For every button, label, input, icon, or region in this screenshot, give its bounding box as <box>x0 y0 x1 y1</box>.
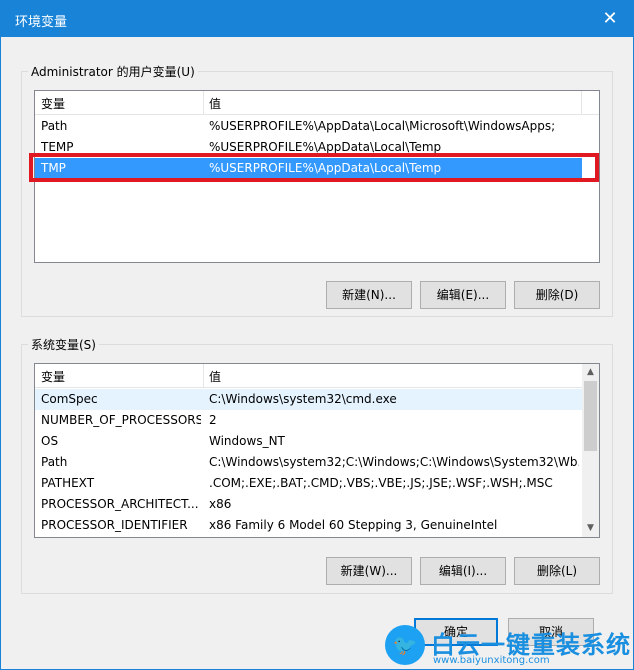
system-edit-button[interactable]: 编辑(I)... <box>420 557 506 585</box>
column-header-variable[interactable]: 变量 <box>41 95 65 112</box>
list-header: 变量 值 <box>35 91 599 115</box>
close-icon[interactable]: ✕ <box>587 1 633 37</box>
list-header: 变量 值 <box>35 364 584 388</box>
table-row[interactable]: PROCESSOR_ARCHITECT... x86 <box>35 494 584 515</box>
column-separator[interactable] <box>203 364 204 388</box>
scroll-down-icon[interactable]: ▼ <box>582 520 599 537</box>
system-variables-group: 系统变量(S) 变量 值 ComSpec C:\Windows\system32… <box>21 336 613 594</box>
system-delete-button[interactable]: 删除(L) <box>514 557 600 585</box>
table-row[interactable]: NUMBER_OF_PROCESSORS 2 <box>35 410 584 431</box>
user-variables-label: Administrator 的用户变量(U) <box>28 63 198 80</box>
user-variables-group: Administrator 的用户变量(U) 变量 值 Path %USERPR… <box>21 63 613 317</box>
variable-name: PROCESSOR_IDENTIFIER <box>41 518 188 532</box>
variable-name: TEMP <box>41 140 74 154</box>
variable-name: TMP <box>41 161 66 175</box>
column-header-value[interactable]: 值 <box>209 95 221 112</box>
table-row[interactable]: PROCESSOR_IDENTIFIER x86 Family 6 Model … <box>35 515 584 536</box>
column-separator[interactable] <box>203 91 204 115</box>
vertical-scrollbar[interactable]: ▲ ▼ <box>582 364 599 537</box>
variable-value: C:\Windows\system32;C:\Windows;C:\Window… <box>209 455 579 469</box>
system-new-button[interactable]: 新建(W)... <box>326 557 412 585</box>
user-variables-list[interactable]: 变量 值 Path %USERPROFILE%\AppData\Local\Mi… <box>34 90 600 263</box>
variable-name: Path <box>41 455 68 469</box>
user-edit-button[interactable]: 编辑(E)... <box>420 281 506 309</box>
bird-logo-icon: 🐦 <box>385 625 425 665</box>
user-delete-button[interactable]: 删除(D) <box>514 281 600 309</box>
table-row[interactable]: Path C:\Windows\system32;C:\Windows;C:\W… <box>35 452 584 473</box>
variable-value: %USERPROFILE%\AppData\Local\Temp <box>209 140 442 154</box>
environment-variables-dialog: 环境变量 ✕ Administrator 的用户变量(U) 变量 值 Path … <box>0 0 634 670</box>
variable-value: x86 <box>209 497 232 511</box>
user-new-button[interactable]: 新建(N)... <box>326 281 412 309</box>
variable-value: x86 Family 6 Model 60 Stepping 3, Genuin… <box>209 518 498 532</box>
watermark: 🐦 白云一键重装系统 www.baiyunxitong.com <box>381 623 634 670</box>
table-row[interactable]: TEMP %USERPROFILE%\AppData\Local\Temp <box>35 137 599 158</box>
variable-value: 2 <box>209 413 217 427</box>
table-row[interactable]: PATHEXT .COM;.EXE;.BAT;.CMD;.VBS;.VBE;.J… <box>35 473 584 494</box>
variable-value: %USERPROFILE%\AppData\Local\Microsoft\Wi… <box>209 119 556 133</box>
table-row-selected[interactable]: TMP %USERPROFILE%\AppData\Local\Temp <box>35 158 582 179</box>
scroll-thumb[interactable] <box>584 381 597 451</box>
watermark-url: www.baiyunxitong.com <box>433 655 550 666</box>
table-row[interactable]: OS Windows_NT <box>35 431 584 452</box>
variable-name: Path <box>41 119 68 133</box>
column-separator[interactable] <box>581 91 582 115</box>
scroll-up-icon[interactable]: ▲ <box>582 364 599 381</box>
variable-value: Windows_NT <box>209 434 285 448</box>
variable-value: C:\Windows\system32\cmd.exe <box>209 392 397 406</box>
variable-name: ComSpec <box>41 392 98 406</box>
variable-name: OS <box>41 434 59 448</box>
column-header-variable[interactable]: 变量 <box>41 368 65 385</box>
window-title: 环境变量 <box>15 15 68 30</box>
variable-name: PROCESSOR_ARCHITECT... <box>41 497 199 511</box>
variable-name: NUMBER_OF_PROCESSORS <box>41 413 201 427</box>
column-header-value[interactable]: 值 <box>209 368 221 385</box>
variable-value: %USERPROFILE%\AppData\Local\Temp <box>209 161 442 175</box>
system-variables-label: 系统变量(S) <box>28 336 99 353</box>
table-row[interactable]: ComSpec C:\Windows\system32\cmd.exe <box>35 389 584 410</box>
title-bar: 环境变量 ✕ <box>1 1 633 37</box>
table-row[interactable]: Path %USERPROFILE%\AppData\Local\Microso… <box>35 116 599 137</box>
system-variables-list[interactable]: 变量 值 ComSpec C:\Windows\system32\cmd.exe… <box>34 363 600 538</box>
variable-value: .COM;.EXE;.BAT;.CMD;.VBS;.VBE;.JS;.JSE;.… <box>209 476 553 490</box>
variable-name: PATHEXT <box>41 476 95 490</box>
